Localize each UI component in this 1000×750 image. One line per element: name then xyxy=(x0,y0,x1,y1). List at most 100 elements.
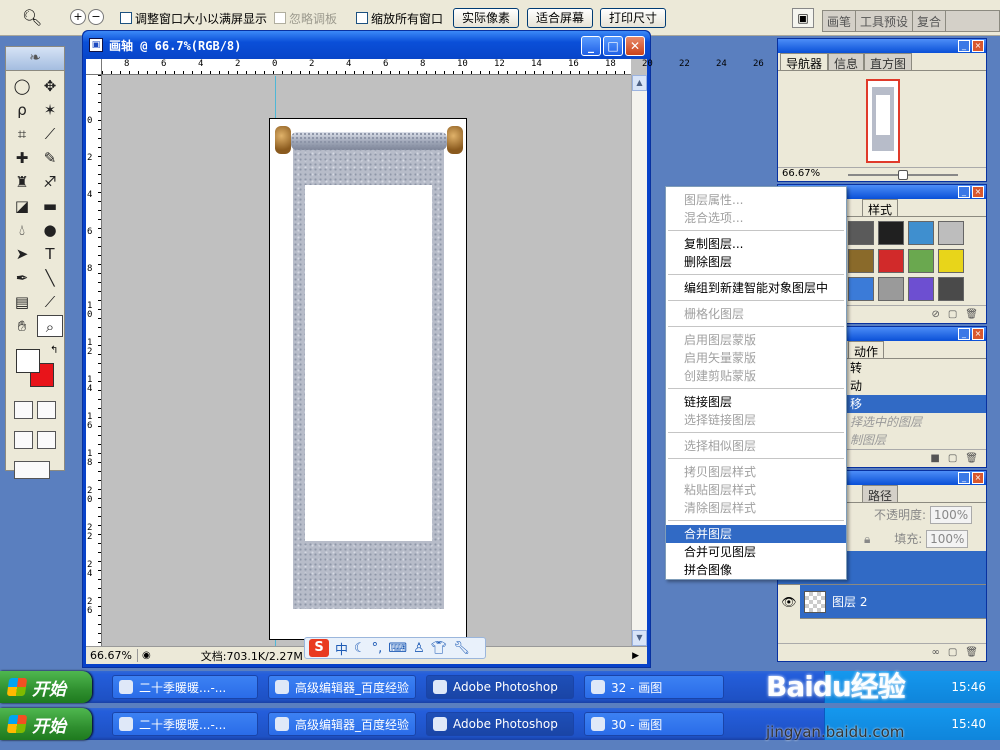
fit-screen-button[interactable]: 适合屏幕 xyxy=(527,8,593,28)
menu-item[interactable]: 合并图层 xyxy=(666,525,846,543)
tab-actions[interactable]: 动作 xyxy=(848,341,885,359)
fill-field[interactable]: 100% xyxy=(926,530,969,548)
new-style-icon[interactable]: ▢ xyxy=(948,309,957,320)
canvas-area[interactable] xyxy=(103,76,630,646)
panel-close-icon[interactable]: × xyxy=(972,472,984,484)
panel-minimize-icon[interactable]: _ xyxy=(958,186,970,198)
jump-to-imageready-icon[interactable] xyxy=(14,461,50,479)
delete-action-icon[interactable]: 🗑︎ xyxy=(965,453,978,464)
scroll-up-icon[interactable]: ▲ xyxy=(632,75,647,91)
magic-wand-icon[interactable]: ✶ xyxy=(37,99,63,121)
tab-info[interactable]: 信息 xyxy=(828,53,865,71)
moon-icon[interactable]: ☾ xyxy=(354,641,366,656)
clock[interactable]: 15:46 xyxy=(951,680,986,694)
keyboard-icon[interactable]: ⌨ xyxy=(388,641,407,656)
delete-layer-icon[interactable]: 🗑︎ xyxy=(965,647,978,658)
swap-colors-icon[interactable]: ↰ xyxy=(50,345,58,356)
start-button[interactable]: 开始 xyxy=(0,671,92,703)
style-swatch[interactable] xyxy=(878,249,904,273)
ignore-palettes-checkbox[interactable]: 忽略调板 xyxy=(274,10,337,26)
image-canvas[interactable] xyxy=(269,118,467,640)
panel-titlebar[interactable]: _ × xyxy=(778,39,986,53)
standard-mode-icon[interactable] xyxy=(14,401,33,419)
file-browser-icon[interactable]: ▣ xyxy=(792,8,814,28)
task-paint[interactable]: 30 - 画图 xyxy=(584,712,724,736)
checkbox-box[interactable] xyxy=(120,12,132,24)
resize-windows-checkbox[interactable]: 调整窗口大小以满屏显示 xyxy=(120,10,267,26)
screen-mode-icon[interactable] xyxy=(14,431,33,449)
blur-tool-icon[interactable]: 💧︎ xyxy=(9,219,35,241)
tab-histogram[interactable]: 直方图 xyxy=(864,53,913,71)
feather-icon[interactable]: ❧ xyxy=(6,47,64,71)
task-paint[interactable]: 32 - 画图 xyxy=(584,675,724,699)
link-layers-icon[interactable]: ∞ xyxy=(932,647,940,658)
style-swatch[interactable] xyxy=(848,249,874,273)
sogou-logo[interactable]: S xyxy=(309,639,329,657)
tab-navigator[interactable]: 导航器 xyxy=(780,53,829,71)
palette-well-tab-comps[interactable]: 复合 xyxy=(913,11,947,31)
navigator-zoom-slider[interactable] xyxy=(848,170,958,180)
style-swatch[interactable] xyxy=(938,249,964,273)
task-browser[interactable]: 高级编辑器_百度经验 xyxy=(268,712,416,736)
eye-icon[interactable]: 👁︎ xyxy=(778,584,800,619)
navigator-zoom[interactable]: 66.67% xyxy=(782,168,820,179)
style-swatch[interactable] xyxy=(938,277,964,301)
magnifier-icon[interactable]: 🔍︎ xyxy=(22,8,42,28)
menu-item[interactable]: 编组到新建智能对象图层中 xyxy=(666,279,846,297)
clock[interactable]: 15:40 xyxy=(951,717,986,731)
palette-well-tab-presets[interactable]: 工具预设 xyxy=(856,11,914,31)
delete-style-icon[interactable]: 🗑︎ xyxy=(965,309,978,320)
stamp-tool-icon[interactable]: ♜ xyxy=(9,171,35,193)
type-tool-icon[interactable]: T xyxy=(37,243,63,265)
vertical-scrollbar[interactable]: ▲ ▼ xyxy=(631,75,647,646)
style-swatch[interactable] xyxy=(848,277,874,301)
settings-wrench-icon[interactable]: 🔧︎ xyxy=(453,641,470,656)
brush-tool-icon[interactable]: ✎ xyxy=(37,147,63,169)
task-qq[interactable]: 二十季暖暖...-... xyxy=(112,675,258,699)
ruler-horizontal[interactable]: 86420246810121416182022242628 xyxy=(102,59,801,75)
new-action-icon[interactable]: ▢ xyxy=(948,453,957,464)
start-button[interactable]: 开始 xyxy=(0,708,92,740)
stop-icon[interactable]: ■ xyxy=(930,453,939,464)
zoom-out-icon[interactable]: − xyxy=(88,9,104,25)
task-photoshop[interactable]: Adobe Photoshop xyxy=(426,712,574,736)
panel-close-icon[interactable]: × xyxy=(972,40,984,52)
tab-styles[interactable]: 样式 xyxy=(862,199,899,217)
style-swatch[interactable] xyxy=(878,277,904,301)
lock-icon[interactable]: 🔒︎ xyxy=(864,532,870,546)
healing-brush-icon[interactable]: ✚ xyxy=(9,147,35,169)
style-swatch[interactable] xyxy=(908,221,934,245)
path-select-icon[interactable]: ➤ xyxy=(9,243,35,265)
task-qq[interactable]: 二十季暖暖...-... xyxy=(112,712,258,736)
move-tool-icon[interactable]: ✥ xyxy=(37,75,63,97)
checkbox-box[interactable] xyxy=(274,12,286,24)
punctuation-icon[interactable]: °, xyxy=(372,641,383,656)
panel-minimize-icon[interactable]: _ xyxy=(958,328,970,340)
eyedropper-icon[interactable]: ⟋ xyxy=(37,291,63,313)
task-browser[interactable]: 高级编辑器_百度经验 xyxy=(268,675,416,699)
hand-tool-icon[interactable]: ✋︎ xyxy=(9,315,35,337)
style-swatch[interactable] xyxy=(938,221,964,245)
status-arrow-icon[interactable]: ▶ xyxy=(632,651,639,661)
menu-item[interactable]: 链接图层 xyxy=(666,393,846,411)
document-info[interactable]: 文档:703.1K/2.27M xyxy=(201,648,303,664)
dodge-tool-icon[interactable]: ● xyxy=(37,219,63,241)
panel-minimize-icon[interactable]: _ xyxy=(958,472,970,484)
pen-tool-icon[interactable]: ✒ xyxy=(9,267,35,289)
status-icon[interactable]: ◉ xyxy=(142,650,151,661)
layer-row[interactable]: 👁︎ 图层 2 xyxy=(778,584,986,619)
maximize-button[interactable]: □ xyxy=(603,36,623,56)
menu-item[interactable]: 拼合图像 xyxy=(666,561,846,579)
full-screen-icon[interactable] xyxy=(37,431,56,449)
crop-tool-icon[interactable]: ⌗ xyxy=(9,123,35,145)
eraser-tool-icon[interactable]: ◪ xyxy=(9,195,35,217)
navigator-thumbnail[interactable] xyxy=(866,79,900,163)
line-tool-icon[interactable]: ╲ xyxy=(37,267,63,289)
menu-item[interactable]: 删除图层 xyxy=(666,253,846,271)
zoom-all-windows-checkbox[interactable]: 缩放所有窗口 xyxy=(356,10,443,26)
zoom-in-icon[interactable]: + xyxy=(70,9,86,25)
task-photoshop[interactable]: Adobe Photoshop xyxy=(426,675,574,699)
style-swatch[interactable] xyxy=(908,277,934,301)
gradient-tool-icon[interactable]: ▬ xyxy=(37,195,63,217)
panel-minimize-icon[interactable]: _ xyxy=(958,40,970,52)
